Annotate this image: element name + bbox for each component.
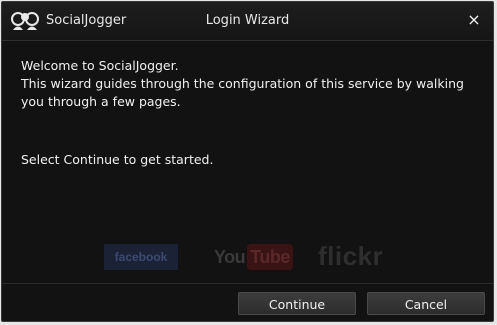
service-logos: facebook You Tube flickr bbox=[2, 241, 493, 274]
cancel-button[interactable]: Cancel bbox=[367, 292, 485, 315]
close-icon[interactable]: × bbox=[463, 9, 485, 31]
flickr-logo: flickr bbox=[318, 241, 384, 271]
continue-button[interactable]: Continue bbox=[238, 292, 356, 315]
youtube-logo-you: You bbox=[214, 247, 246, 267]
window-title: Login Wizard bbox=[205, 13, 290, 28]
youtube-logo-tube: Tube bbox=[247, 244, 293, 270]
youtube-logo: You Tube bbox=[214, 244, 293, 270]
login-wizard-window: SocialJogger Login Wizard × Welcome to S… bbox=[1, 1, 494, 322]
wizard-intro: Welcome to SocialJogger. This wizard gui… bbox=[21, 57, 479, 111]
title-bar: SocialJogger Login Wizard × bbox=[2, 2, 493, 41]
description-text: This wizard guides through the configura… bbox=[21, 76, 464, 109]
instruction-text: Select Continue to get started. bbox=[21, 152, 214, 167]
footer-divider bbox=[2, 283, 493, 284]
welcome-text: Welcome to SocialJogger. bbox=[21, 58, 179, 73]
facebook-logo: facebook bbox=[104, 244, 178, 270]
